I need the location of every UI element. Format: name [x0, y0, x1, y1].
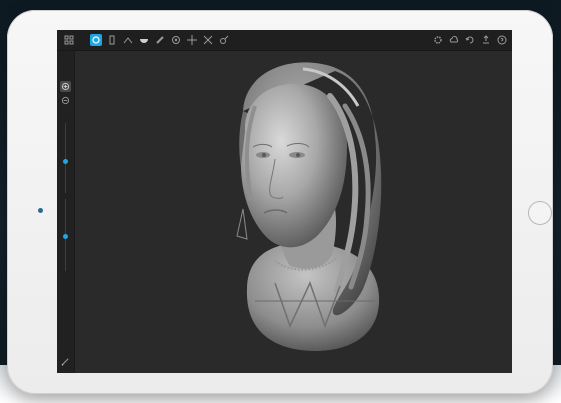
- hide-mask-icon[interactable]: [218, 34, 230, 46]
- clay-tube-icon[interactable]: [106, 34, 118, 46]
- sculpted-bust-model: [236, 62, 382, 351]
- transform-icon[interactable]: [186, 34, 198, 46]
- radius-slider-thumb[interactable]: [63, 159, 68, 164]
- move-icon[interactable]: [122, 34, 134, 46]
- cloud-icon[interactable]: [448, 34, 460, 46]
- radius-slider-track[interactable]: [65, 123, 66, 193]
- symmetry-icon[interactable]: [202, 34, 214, 46]
- brush-select-icon[interactable]: [90, 34, 102, 46]
- add-sub-icon[interactable]: [60, 81, 71, 92]
- material-icon[interactable]: [138, 34, 150, 46]
- pen-icon[interactable]: [60, 356, 71, 367]
- app-screen: [57, 30, 512, 373]
- export-icon[interactable]: [480, 34, 492, 46]
- gear-icon[interactable]: [432, 34, 444, 46]
- paint-icon[interactable]: [154, 34, 166, 46]
- front-camera: [38, 208, 43, 213]
- top-toolbar: [57, 30, 512, 51]
- sculpt-viewport[interactable]: [75, 51, 512, 373]
- settings-cog-icon[interactable]: [170, 34, 182, 46]
- left-sidebar: [57, 51, 75, 373]
- invert-icon[interactable]: [60, 95, 71, 106]
- grid-icon[interactable]: [63, 34, 75, 46]
- undo-icon[interactable]: [464, 34, 476, 46]
- help-icon[interactable]: [496, 34, 508, 46]
- home-button[interactable]: [528, 201, 552, 225]
- intensity-slider-thumb[interactable]: [63, 234, 68, 239]
